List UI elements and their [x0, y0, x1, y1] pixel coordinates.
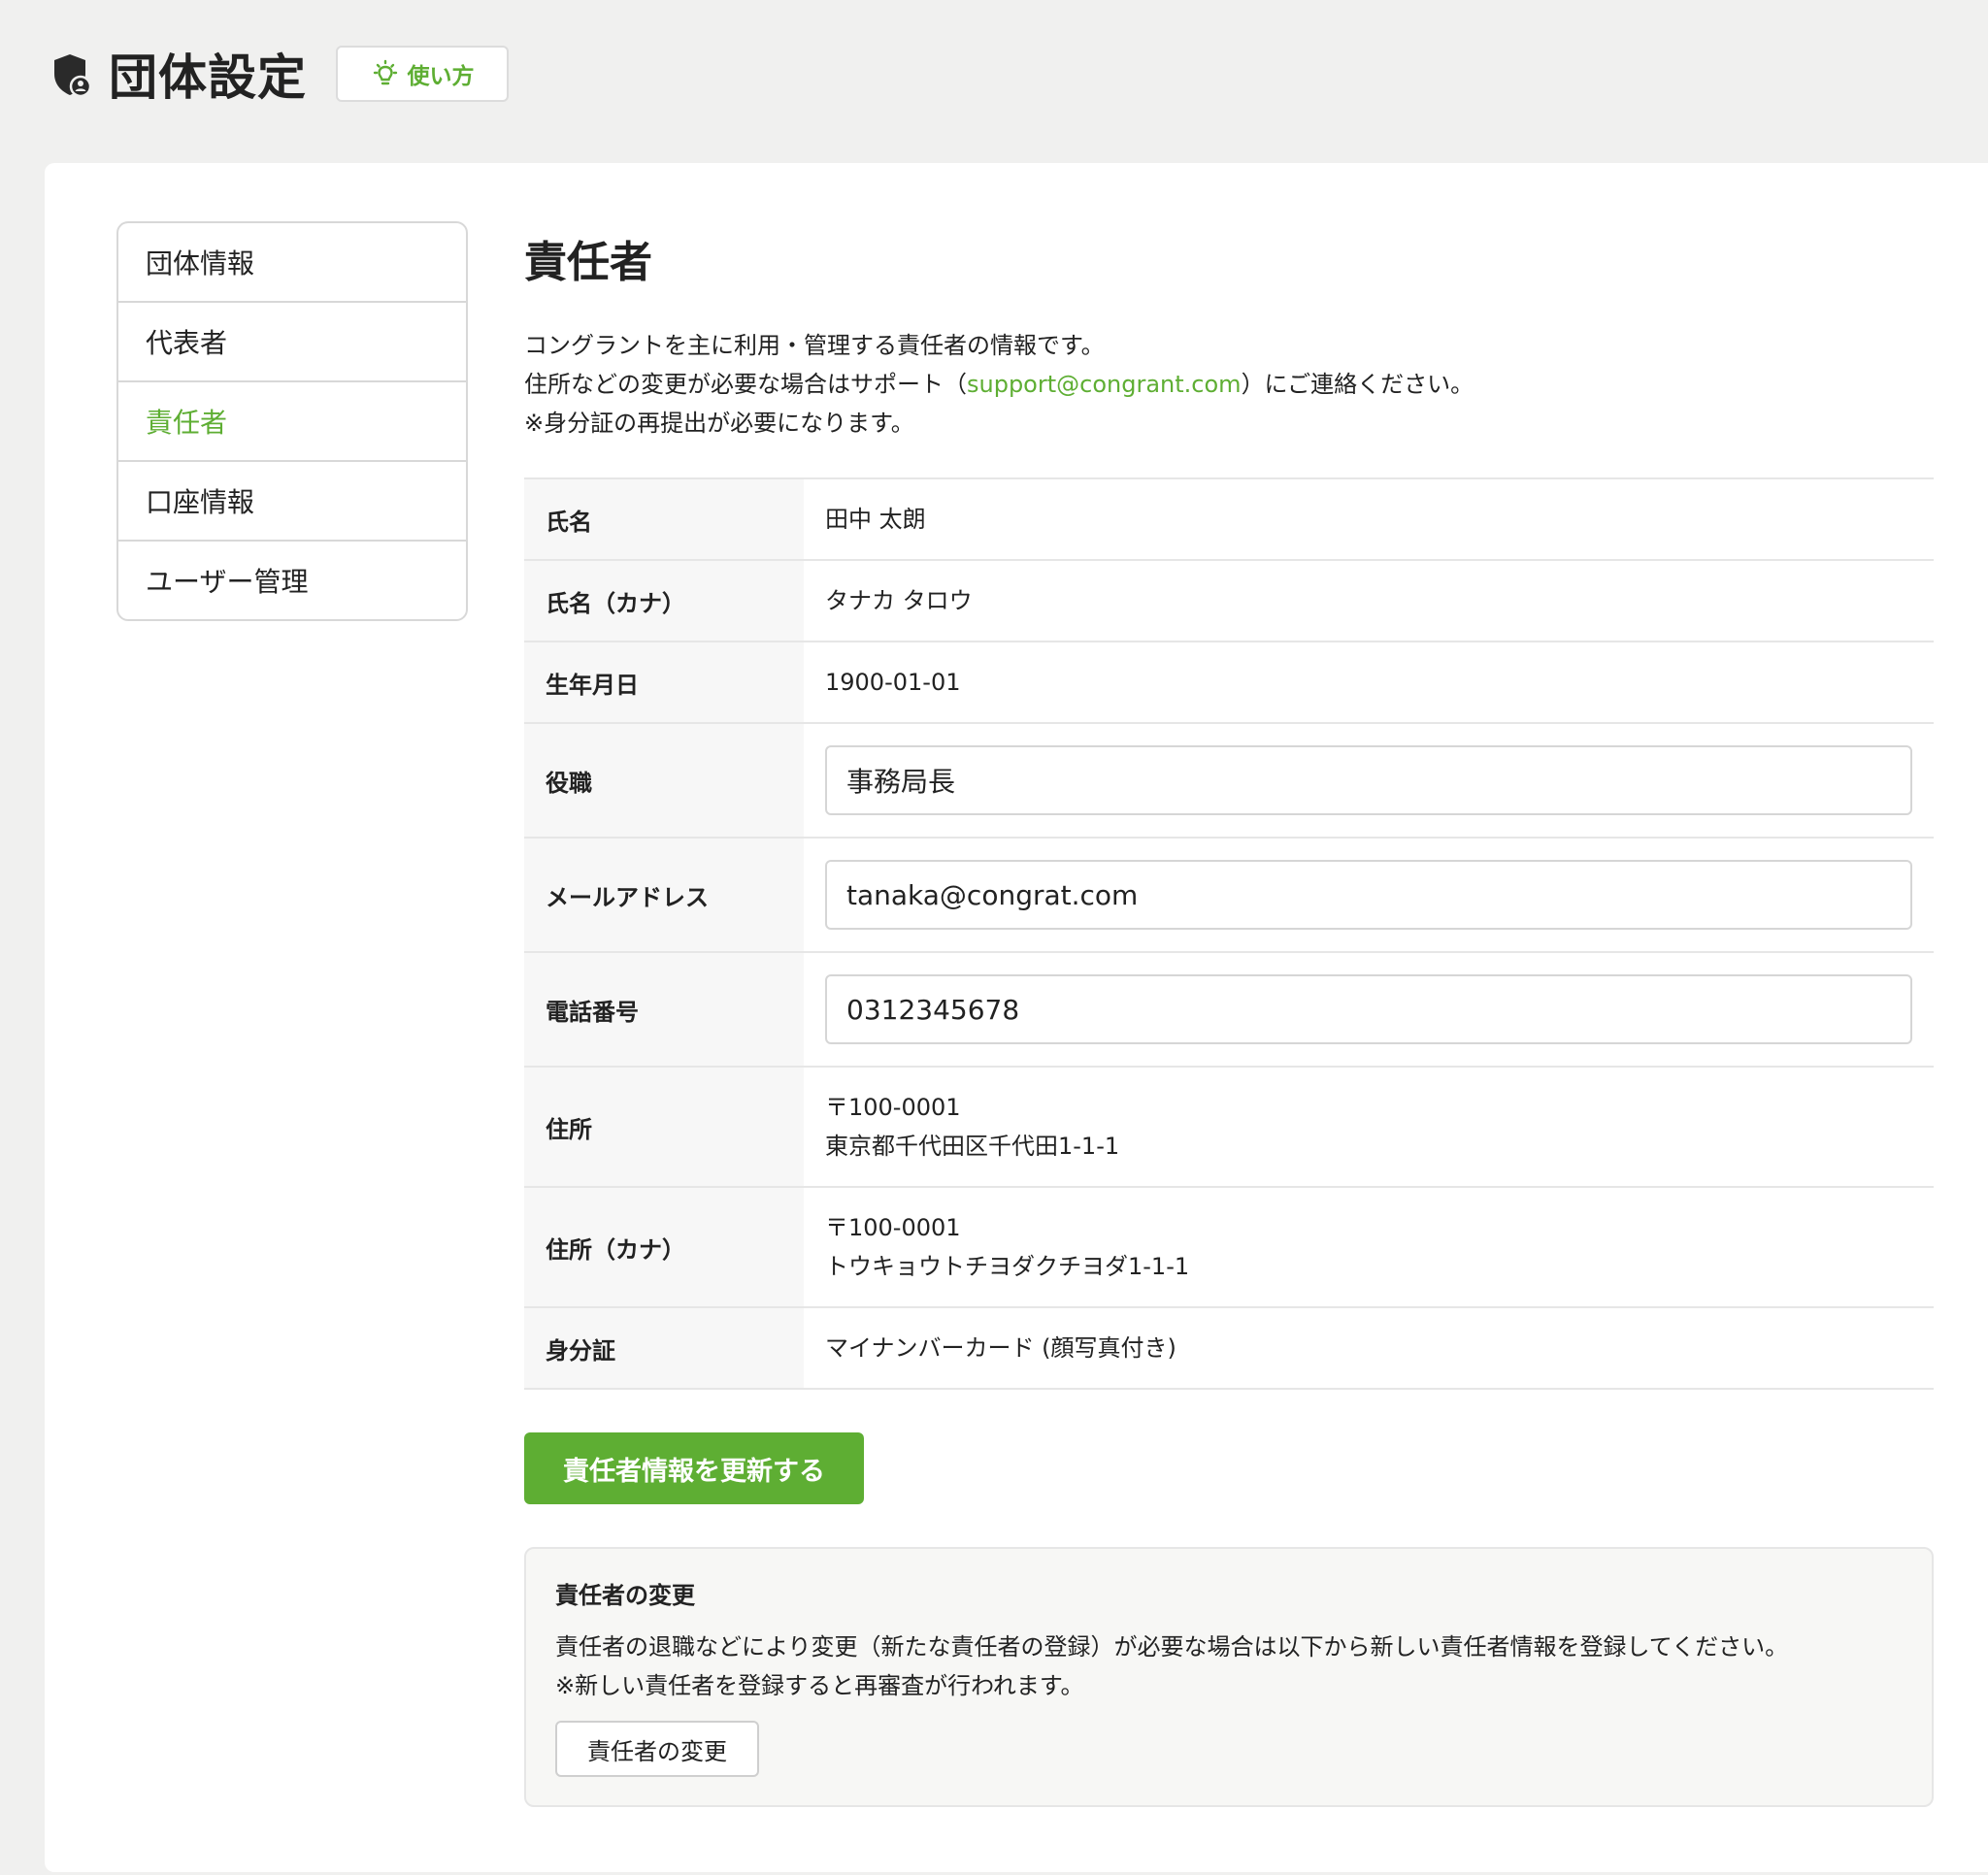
description-line: ※身分証の再提出が必要になります。	[524, 410, 914, 437]
address-zip: 〒100-0001	[825, 1094, 961, 1121]
description-text: ）にご連絡ください。	[1241, 371, 1474, 398]
birthdate-label: 生年月日	[524, 641, 804, 724]
position-field[interactable]	[825, 745, 1912, 815]
shield-user-icon	[54, 54, 92, 97]
table-row: 住所（カナ） 〒100-0001 トウキョウトチヨダクチヨダ1-1-1	[524, 1187, 1934, 1308]
address-kana-value: 〒100-0001 トウキョウトチヨダクチヨダ1-1-1	[804, 1187, 1934, 1308]
sidebar-item-bank-account[interactable]: 口座情報	[118, 460, 466, 540]
table-row: 役職	[524, 723, 1934, 839]
change-manager-panel: 責任者の変更 責任者の退職などにより変更（新たな責任者の登録）が必要な場合は以下…	[524, 1547, 1934, 1807]
name-kana-value: タナカ タロウ	[804, 560, 1934, 642]
address-kana-zip: 〒100-0001	[825, 1214, 961, 1241]
table-row: 電話番号	[524, 952, 1934, 1068]
email-field[interactable]	[825, 860, 1912, 930]
support-email-link[interactable]: support@congrant.com	[967, 371, 1242, 398]
sidebar-item-manager[interactable]: 責任者	[118, 380, 466, 460]
change-manager-heading: 責任者の変更	[555, 1582, 695, 1609]
section-description: コングラントを主に利用・管理する責任者の情報です。 住所などの変更が必要な場合は…	[524, 326, 1934, 443]
table-row: 住所 〒100-0001 東京都千代田区千代田1-1-1	[524, 1067, 1934, 1188]
name-value: 田中 太朗	[804, 478, 1934, 561]
sidebar-item-user-management[interactable]: ユーザー管理	[118, 540, 466, 619]
page-title: 団体設定	[109, 49, 307, 106]
birthdate-value: 1900-01-01	[804, 641, 1934, 724]
id-document-label: 身分証	[524, 1307, 804, 1390]
sidebar-item-representative[interactable]: 代表者	[118, 301, 466, 380]
phone-field[interactable]	[825, 974, 1912, 1044]
update-manager-button[interactable]: 責任者情報を更新する	[524, 1432, 864, 1504]
position-label: 役職	[524, 723, 804, 839]
email-label: メールアドレス	[524, 838, 804, 953]
address-label: 住所	[524, 1067, 804, 1188]
name-kana-label: 氏名（カナ）	[524, 560, 804, 642]
section-title: 責任者	[524, 238, 652, 287]
howto-label: 使い方	[407, 64, 475, 89]
address-kana-line: トウキョウトチヨダクチヨダ1-1-1	[825, 1253, 1190, 1280]
page-header: 団体設定 使い方	[0, 0, 1988, 163]
address-kana-label: 住所（カナ）	[524, 1187, 804, 1308]
table-row: 生年月日 1900-01-01	[524, 641, 1934, 724]
sidebar-item-organization-info[interactable]: 団体情報	[118, 223, 466, 301]
description-line: ※新しい責任者を登録すると再審査が行われます。	[555, 1672, 1084, 1699]
lightbulb-icon	[373, 59, 397, 85]
settings-sidebar: 団体情報 代表者 責任者 口座情報 ユーザー管理	[116, 221, 468, 621]
phone-label: 電話番号	[524, 952, 804, 1068]
address-value: 〒100-0001 東京都千代田区千代田1-1-1	[804, 1067, 1934, 1188]
change-manager-description: 責任者の退職などにより変更（新たな責任者の登録）が必要な場合は以下から新しい責任…	[555, 1628, 1903, 1705]
manager-info-table: 氏名 田中 太朗 氏名（カナ） タナカ タロウ 生年月日 1900-01-01 …	[524, 477, 1934, 1390]
howto-button[interactable]: 使い方	[336, 46, 509, 102]
change-manager-button[interactable]: 責任者の変更	[555, 1721, 759, 1777]
table-row: メールアドレス	[524, 838, 1934, 953]
main-content: 責任者 コングラントを主に利用・管理する責任者の情報です。 住所などの変更が必要…	[524, 221, 1934, 1807]
description-text: 住所などの変更が必要な場合はサポート（	[524, 371, 967, 398]
name-label: 氏名	[524, 478, 804, 561]
table-row: 氏名 田中 太朗	[524, 478, 1934, 561]
description-line: コングラントを主に利用・管理する責任者の情報です。	[524, 332, 1105, 359]
id-document-value: マイナンバーカード (顔写真付き)	[804, 1307, 1934, 1390]
description-line: 責任者の退職などにより変更（新たな責任者の登録）が必要な場合は以下から新しい責任…	[555, 1633, 1789, 1661]
address-line: 東京都千代田区千代田1-1-1	[825, 1133, 1120, 1160]
table-row: 身分証 マイナンバーカード (顔写真付き)	[524, 1307, 1934, 1390]
table-row: 氏名（カナ） タナカ タロウ	[524, 560, 1934, 642]
description-line: 住所などの変更が必要な場合はサポート（support@congrant.com）…	[524, 365, 1934, 404]
